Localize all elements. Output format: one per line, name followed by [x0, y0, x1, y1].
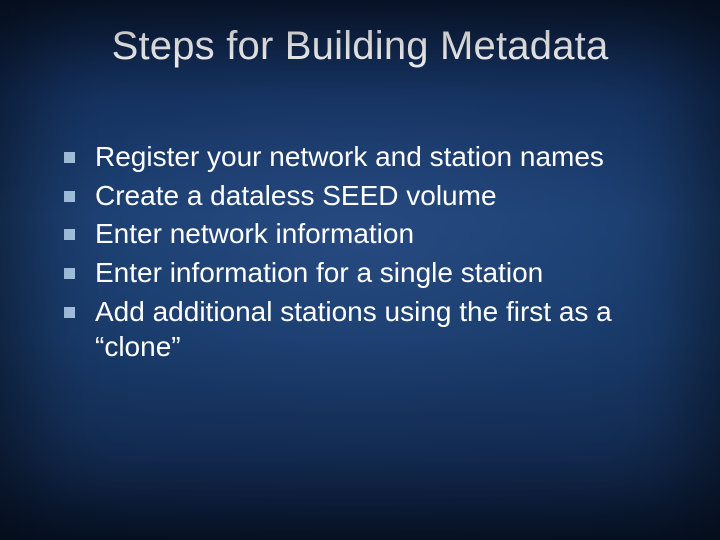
slide-title: Steps for Building Metadata	[0, 24, 720, 69]
square-bullet-icon	[64, 191, 75, 202]
list-item: Enter network information	[64, 217, 672, 252]
list-item: Enter information for a single station	[64, 256, 672, 291]
square-bullet-icon	[64, 152, 75, 163]
list-item-text: Create a dataless SEED volume	[95, 179, 672, 214]
bullet-list: Register your network and station names …	[64, 140, 672, 368]
square-bullet-icon	[64, 268, 75, 279]
list-item-text: Enter network information	[95, 217, 672, 252]
list-item: Add additional stations using the first …	[64, 295, 672, 364]
slide: Steps for Building Metadata Register you…	[0, 0, 720, 540]
list-item: Register your network and station names	[64, 140, 672, 175]
square-bullet-icon	[64, 307, 75, 318]
list-item: Create a dataless SEED volume	[64, 179, 672, 214]
list-item-text: Register your network and station names	[95, 140, 672, 175]
list-item-text: Enter information for a single station	[95, 256, 672, 291]
square-bullet-icon	[64, 229, 75, 240]
list-item-text: Add additional stations using the first …	[95, 295, 672, 364]
